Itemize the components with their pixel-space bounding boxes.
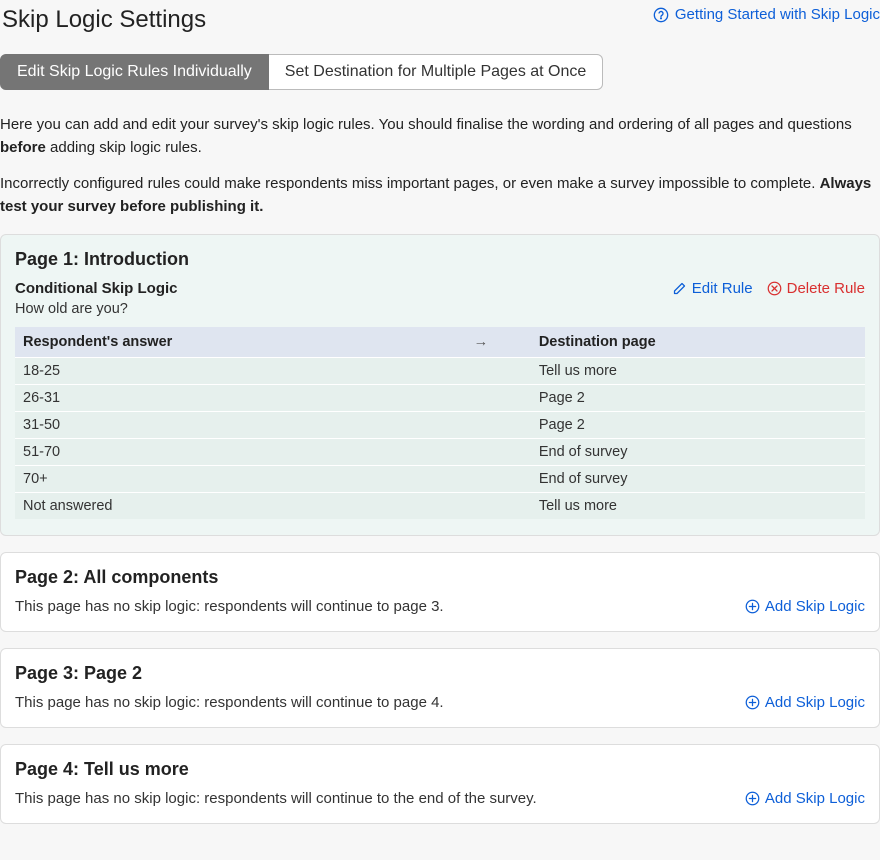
plus-circle-icon: [745, 695, 760, 710]
delete-rule-button[interactable]: Delete Rule: [767, 280, 865, 297]
delete-icon: [767, 281, 782, 296]
add-skip-logic-button[interactable]: Add Skip Logic: [745, 694, 865, 711]
intro-p1-post: adding skip logic rules.: [46, 139, 202, 156]
intro-text: Here you can add and edit your survey's …: [0, 114, 880, 218]
cell-answer: 18-25: [15, 358, 431, 385]
cell-destination: Page 2: [531, 385, 865, 412]
cell-arrow: [431, 493, 531, 520]
edit-icon: [672, 281, 687, 296]
page-card-1: Page 1: Introduction Conditional Skip Lo…: [0, 234, 880, 536]
table-row: 70+ End of survey: [15, 466, 865, 493]
col-destination: Destination page: [531, 327, 865, 358]
intro-p2-pre: Incorrectly configured rules could make …: [0, 175, 820, 192]
table-row: Not answered Tell us more: [15, 493, 865, 520]
add-skip-logic-label: Add Skip Logic: [765, 598, 865, 615]
no-logic-text: This page has no skip logic: respondents…: [15, 790, 537, 807]
add-skip-logic-label: Add Skip Logic: [765, 790, 865, 807]
page-1-title: Page 1: Introduction: [15, 249, 865, 270]
cell-answer: Not answered: [15, 493, 431, 520]
rule-question: How old are you?: [15, 301, 865, 317]
help-circle-icon: [653, 7, 669, 23]
page-title: Skip Logic Settings: [0, 6, 206, 34]
cell-answer: 31-50: [15, 412, 431, 439]
cell-destination: End of survey: [531, 439, 865, 466]
cell-answer: 26-31: [15, 385, 431, 412]
rules-table: Respondent's answer → Destination page 1…: [15, 327, 865, 519]
table-row: 31-50 Page 2: [15, 412, 865, 439]
page-3-title: Page 3: Page 2: [15, 663, 865, 684]
cell-answer: 51-70: [15, 439, 431, 466]
cell-destination: Tell us more: [531, 493, 865, 520]
add-skip-logic-label: Add Skip Logic: [765, 694, 865, 711]
help-link[interactable]: Getting Started with Skip Logic: [653, 6, 880, 23]
rule-type-label: Conditional Skip Logic: [15, 280, 178, 297]
tab-edit-individually[interactable]: Edit Skip Logic Rules Individually: [0, 54, 269, 90]
add-skip-logic-button[interactable]: Add Skip Logic: [745, 598, 865, 615]
intro-p1-pre: Here you can add and edit your survey's …: [0, 116, 852, 133]
cell-destination: Page 2: [531, 412, 865, 439]
table-row: 18-25 Tell us more: [15, 358, 865, 385]
col-arrow: →: [431, 327, 531, 358]
page-card-3: Page 3: Page 2 This page has no skip log…: [0, 648, 880, 728]
no-logic-text: This page has no skip logic: respondents…: [15, 598, 444, 615]
delete-rule-label: Delete Rule: [787, 280, 865, 297]
edit-rule-button[interactable]: Edit Rule: [672, 280, 753, 297]
cell-arrow: [431, 439, 531, 466]
edit-rule-label: Edit Rule: [692, 280, 753, 297]
cell-arrow: [431, 385, 531, 412]
cell-arrow: [431, 412, 531, 439]
table-row: 26-31 Page 2: [15, 385, 865, 412]
cell-destination: Tell us more: [531, 358, 865, 385]
add-skip-logic-button[interactable]: Add Skip Logic: [745, 790, 865, 807]
cell-arrow: [431, 358, 531, 385]
tab-row: Edit Skip Logic Rules Individually Set D…: [0, 54, 880, 90]
cell-destination: End of survey: [531, 466, 865, 493]
cell-answer: 70+: [15, 466, 431, 493]
help-link-label: Getting Started with Skip Logic: [675, 6, 880, 23]
page-card-2: Page 2: All components This page has no …: [0, 552, 880, 632]
no-logic-text: This page has no skip logic: respondents…: [15, 694, 444, 711]
page-card-4: Page 4: Tell us more This page has no sk…: [0, 744, 880, 824]
plus-circle-icon: [745, 791, 760, 806]
table-row: 51-70 End of survey: [15, 439, 865, 466]
cell-arrow: [431, 466, 531, 493]
intro-p1-bold: before: [0, 139, 46, 156]
page-2-title: Page 2: All components: [15, 567, 865, 588]
plus-circle-icon: [745, 599, 760, 614]
page-4-title: Page 4: Tell us more: [15, 759, 865, 780]
tab-set-multiple[interactable]: Set Destination for Multiple Pages at On…: [269, 54, 604, 90]
col-answer: Respondent's answer: [15, 327, 431, 358]
